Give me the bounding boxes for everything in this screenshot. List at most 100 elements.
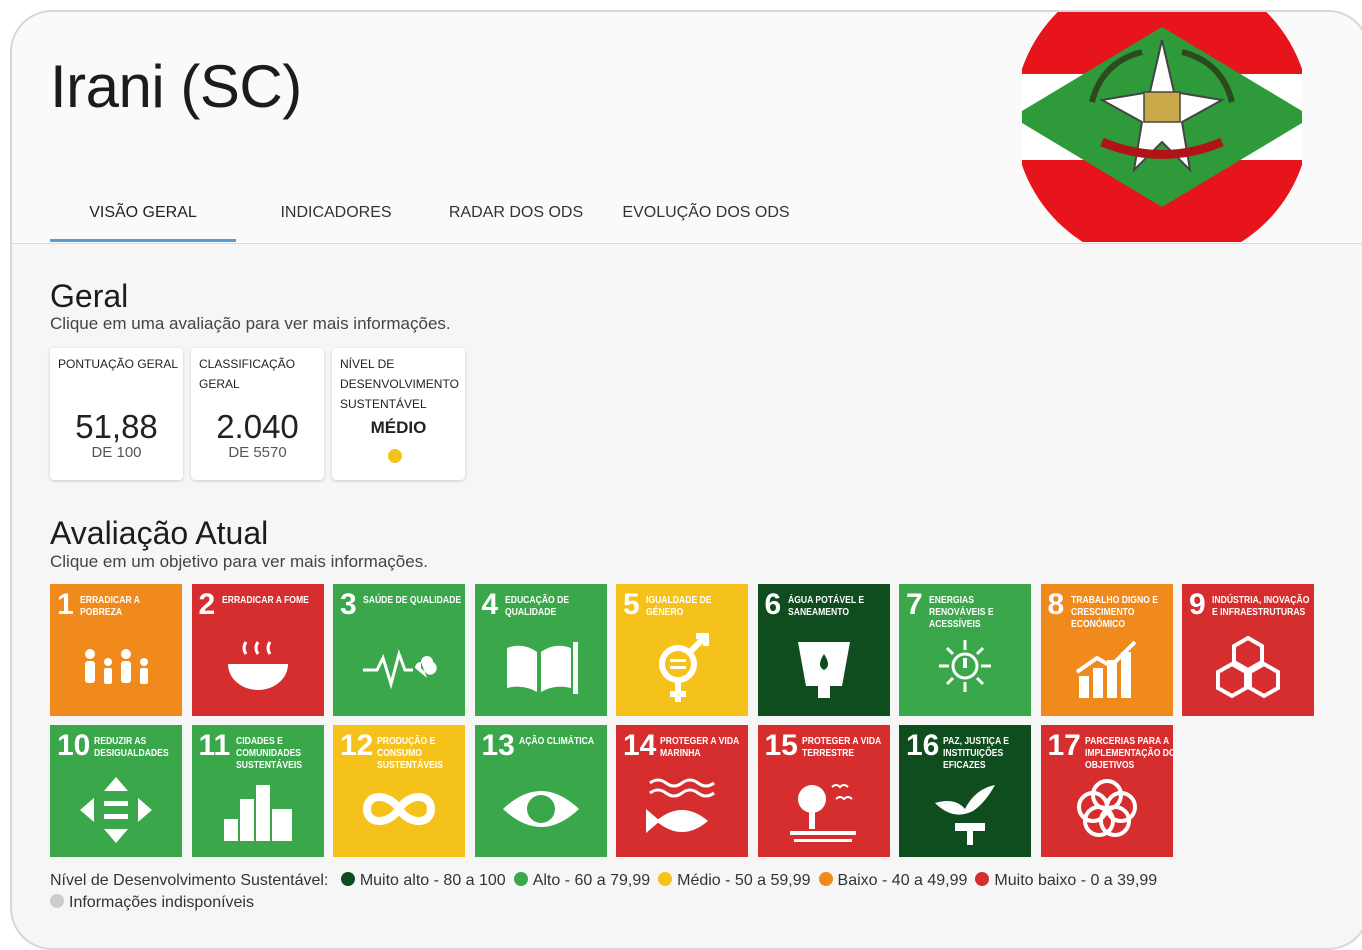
dove-gavel-icon — [925, 773, 1005, 849]
ods-name: IGUALDADE DE GÉNERO — [646, 594, 712, 618]
equality-arrows-icon — [76, 773, 156, 849]
tab-bar: VISÃO GERAL INDICADORES RADAR DOS ODS EV… — [50, 202, 816, 244]
score-value: 51,88 — [75, 408, 158, 445]
ranking-value: 2.040 — [216, 408, 299, 445]
bowl-icon — [218, 632, 298, 708]
legend-label: Baixo - 40 a 49,99 — [837, 872, 968, 889]
ods-number: 17 — [1047, 729, 1081, 762]
ods-number: 6 — [764, 588, 782, 621]
level-status-dot — [388, 449, 402, 463]
ods-number: 13 — [481, 729, 515, 762]
ods-number: 9 — [1189, 588, 1206, 621]
legend-item: Informações indisponíveis — [50, 892, 254, 914]
legend-item: Alto - 60 a 79,99 — [513, 870, 651, 892]
level-value: MÉDIO — [370, 418, 427, 437]
avaliacao-heading: Avaliação Atual — [50, 515, 269, 551]
legend-dot — [513, 872, 528, 886]
ods-name: CIDADES E COMUNIDADES SUSTENTÁVEIS — [235, 735, 302, 771]
tab-indicadores[interactable]: INDICADORES — [236, 202, 436, 242]
ods-tile-8[interactable]: 8 TRABALHO DIGNO E CRESCIMENTO ECONÓMICO — [1040, 584, 1173, 716]
legend-item: Muito baixo - 0 a 39,99 — [975, 870, 1157, 892]
ods-name: PRODUÇÃO E CONSUMO SUSTENTÁVEIS — [377, 735, 444, 771]
ods-tile-15[interactable]: 15 PROTEGER A VIDA TERRESTRE — [757, 725, 890, 857]
tab-evolucao-dos-ods[interactable]: EVOLUÇÃO DOS ODS — [596, 202, 816, 242]
tab-visao-geral[interactable]: VISÃO GERAL — [50, 202, 236, 242]
ods-name: ENERGIAS RENOVÁVEIS E ACESSÍVEIS — [929, 594, 994, 630]
score-card-label: PONTUAÇÃO GERAL — [58, 357, 179, 371]
legend-dot — [340, 872, 355, 886]
ods-tile-5[interactable]: 5 IGUALDADE DE GÉNERO — [616, 584, 748, 716]
ods-tile-11[interactable]: 11 CIDADES E COMUNIDADES SUSTENTÁVEIS — [191, 725, 324, 857]
level-card-label: NÍVEL DE DESENVOLVIMENTO SUSTENTÁVEL — [340, 357, 459, 411]
sun-power-icon — [925, 632, 1005, 708]
ods-name: PARCERIAS PARA A IMPLEMENTAÇÃO DOS OBJET… — [1084, 735, 1173, 771]
ods-tile-3[interactable]: 3 SAÚDE DE QUALIDADE — [333, 584, 465, 716]
fish-icon — [642, 773, 722, 849]
tree-icon — [784, 773, 864, 849]
legend-dot — [975, 872, 990, 886]
ods-tile-10[interactable]: 10 REDUZIR AS DESIGUALDADES — [50, 725, 182, 857]
gender-icon — [642, 632, 722, 708]
ods-name: EDUCAÇÃO DE QUALIDADE — [504, 594, 569, 618]
avaliacao-subtitle: Clique em um objetivo para ver mais info… — [50, 552, 428, 571]
city-icon — [218, 773, 298, 849]
ods-name: PROTEGER A VIDA TERRESTRE — [801, 735, 881, 759]
ods-tile-17[interactable]: 17 PARCERIAS PARA A IMPLEMENTAÇÃO DOS OBJ… — [1040, 725, 1173, 857]
ods-tile-4[interactable]: 4 EDUCAÇÃO DE QUALIDADE — [474, 584, 607, 716]
ods-tile-1[interactable]: 1 ERRADICAR A POBREZA — [50, 584, 182, 716]
legend-dot — [50, 894, 64, 908]
legend-prefix: Nível de Desenvolvimento Sustentável: — [50, 872, 329, 889]
ods-tile-9[interactable]: 9 INDÚSTRIA, INOVAÇÃO E INFRAESTRUTURAS — [1182, 584, 1314, 716]
book-icon — [501, 632, 581, 708]
level-card[interactable]: NÍVEL DE DESENVOLVIMENTO SUSTENTÁVEL MÉD… — [332, 348, 465, 480]
legend-dot — [658, 872, 673, 886]
ods-number: 8 — [1047, 588, 1065, 621]
ods-tile-13[interactable]: 13 AÇÃO CLIMÁTICA — [474, 725, 607, 857]
legend-label: Alto - 60 a 79,99 — [532, 872, 651, 889]
ods-number: 14 — [623, 729, 657, 762]
ods-name: TRABALHO DIGNO E CRESCIMENTO ECONÓMICO — [1070, 594, 1158, 630]
legend-dot — [818, 872, 833, 886]
ods-number: 10 — [57, 729, 91, 762]
score-card[interactable]: PONTUAÇÃO GERAL 51,88 DE 100 — [50, 348, 183, 480]
legend-label: Muito alto - 80 a 100 — [359, 872, 506, 889]
rings-icon — [1067, 773, 1147, 849]
ods-name: INDÚSTRIA, INOVAÇÃO E INFRAESTRUTURAS — [1212, 594, 1310, 618]
legend-label: Informações indisponíveis — [69, 894, 254, 911]
legend-label: Muito baixo - 0 a 39,99 — [994, 872, 1158, 889]
water-icon — [784, 632, 864, 708]
ods-number: 1 — [57, 588, 74, 621]
ods-number: 3 — [340, 588, 357, 621]
ods-number: 15 — [764, 729, 798, 762]
heartbeat-icon — [359, 632, 439, 708]
ods-name: PROTEGER A VIDA MARINHA — [660, 735, 739, 759]
ods-tile-2[interactable]: 2 ERRADICAR A FOME — [191, 584, 324, 716]
ods-tile-14[interactable]: 14 PROTEGER A VIDA MARINHA — [616, 725, 748, 857]
ods-tile-16[interactable]: 16 PAZ, JUSTIÇA E INSTITUIÇÕES EFICAZES — [899, 725, 1031, 857]
eye-earth-icon — [501, 773, 581, 849]
cubes-icon — [1208, 632, 1288, 708]
ods-name: ÁGUA POTÁVEL E SANEAMENTO — [787, 594, 864, 618]
legend-item: Muito alto - 80 a 100 — [340, 870, 506, 892]
page-title: Irani (SC) — [50, 53, 302, 120]
ods-number: 16 — [906, 729, 940, 762]
ods-number: 2 — [198, 588, 216, 621]
header: Irani (SC) VISÃO GERAL INDICADORES RADAR… — [12, 12, 1362, 244]
ods-name: PAZ, JUSTIÇA E INSTITUIÇÕES EFICAZES — [943, 735, 1010, 771]
ranking-total: DE 5570 — [228, 444, 287, 461]
ods-name: SAÚDE DE QUALIDADE — [363, 594, 462, 606]
growth-chart-icon — [1067, 632, 1147, 708]
ods-tile-6[interactable]: 6 ÁGUA POTÁVEL E SANEAMENTO — [757, 584, 890, 716]
ods-number: 4 — [481, 588, 499, 621]
geral-subtitle: Clique em uma avaliação para ver mais in… — [50, 314, 451, 333]
geral-heading: Geral — [50, 278, 129, 314]
tab-radar-dos-ods[interactable]: RADAR DOS ODS — [436, 202, 596, 242]
legend-label: Médio - 50 a 59,99 — [677, 872, 811, 889]
ods-tile-7[interactable]: 7 ENERGIAS RENOVÁVEIS E ACESSÍVEIS — [899, 584, 1031, 716]
legend: Nível de Desenvolvimento Sustentável: Mu… — [50, 870, 1340, 914]
ods-tile-12[interactable]: 12 PRODUÇÃO E CONSUMO SUSTENTÁVEIS — [333, 725, 465, 857]
infinity-icon — [359, 773, 439, 849]
ods-name: ERRADICAR A POBREZA — [80, 594, 140, 618]
ods-number: 7 — [906, 588, 923, 621]
ranking-card[interactable]: CLASSIFICAÇÃO GERAL 2.040 DE 5570 — [191, 348, 324, 480]
